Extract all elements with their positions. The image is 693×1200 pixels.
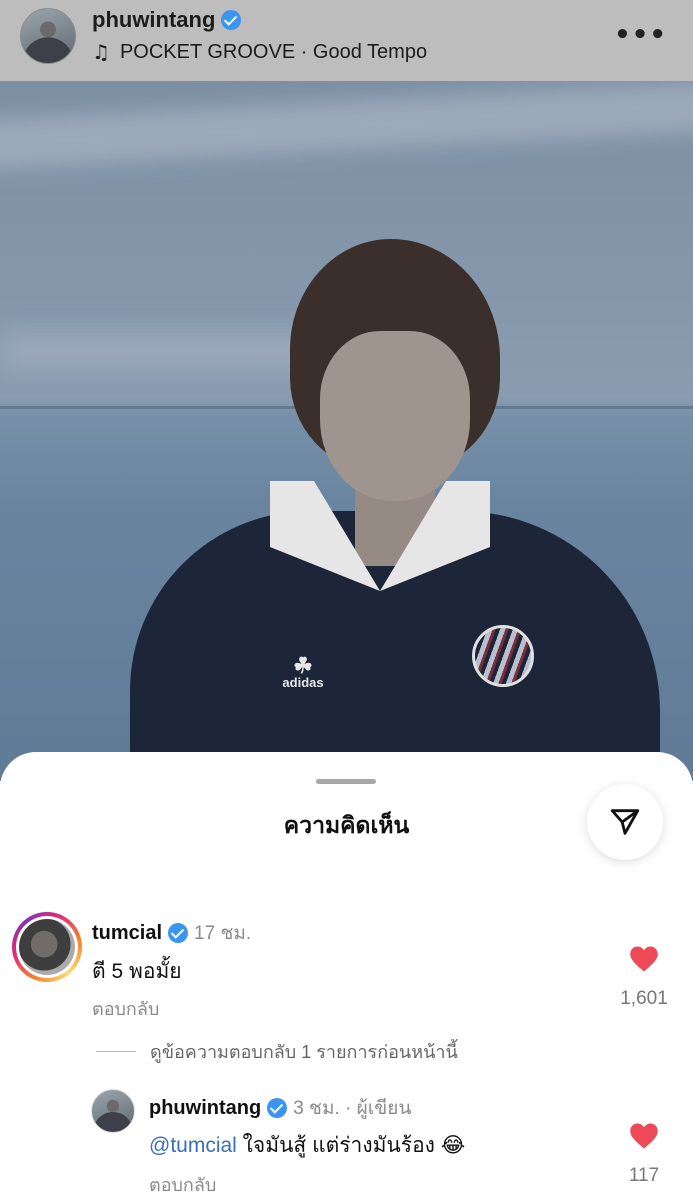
comment-header: tumcial 17 ชม.: [92, 918, 251, 948]
comments-sheet: ความคิดเห็น tumcial 17 ชม. ตี 5 พอมั้ย ต…: [0, 752, 693, 1200]
sky-cloud: [0, 81, 693, 171]
music-label[interactable]: ♫ POCKET GROOVE · Good Tempo: [92, 40, 427, 64]
mention-link[interactable]: @tumcial: [149, 1134, 237, 1157]
reply-text: @tumcial ใจมันสู้ แต่ร่างมันร้อง 😂: [149, 1129, 465, 1162]
post-header: phuwintang ♫ POCKET GROOVE · Good Tempo …: [0, 0, 693, 81]
comment-time: 17 ชม.: [194, 923, 252, 944]
comment-like-count: 1,601: [620, 988, 668, 1009]
paper-plane-icon: [610, 809, 640, 835]
shirt-badge: [472, 625, 534, 687]
reply-meta: 3 ชม. · ผู้เขียน: [293, 1098, 412, 1119]
divider-line: [96, 1051, 136, 1052]
share-button[interactable]: [587, 784, 663, 860]
verified-badge-icon: [221, 10, 242, 30]
heart-icon[interactable]: [629, 945, 659, 973]
comment-text: ตี 5 พอมั้ย: [92, 960, 182, 983]
view-replies-label[interactable]: ดูข้อความตอบกลับ 1 รายการก่อนหน้านี้: [150, 1037, 458, 1066]
reply-header: phuwintang 3 ชม. · ผู้เขียน: [149, 1093, 411, 1123]
more-options-icon[interactable]: •••: [614, 20, 667, 50]
music-title[interactable]: POCKET GROOVE · Good Tempo: [120, 41, 427, 64]
sky-cloud: [0, 331, 320, 371]
reply-button[interactable]: ตอบกลับ: [92, 994, 159, 1023]
reply-button[interactable]: ตอบกลับ: [149, 1170, 216, 1199]
post-username[interactable]: phuwintang: [92, 7, 242, 33]
heart-icon[interactable]: [629, 1122, 659, 1150]
shirt-logo: ☘ adidas: [272, 653, 334, 697]
trefoil-icon: ☘: [293, 653, 313, 678]
reply-username[interactable]: phuwintang: [149, 1097, 261, 1120]
reply-like-count: 117: [628, 1165, 660, 1186]
view-previous-replies[interactable]: ดูข้อความตอบกลับ 1 รายการก่อนหน้านี้: [96, 1037, 458, 1066]
music-note-icon: ♫: [92, 40, 110, 64]
username-text[interactable]: phuwintang: [92, 7, 215, 33]
profile-avatar[interactable]: [20, 8, 76, 64]
sheet-grabber[interactable]: [316, 779, 376, 784]
reply-author-avatar[interactable]: [91, 1089, 135, 1133]
avatar-image: [19, 919, 75, 975]
reply-body: ใจมันสู้ แต่ร่างมันร้อง 😂: [236, 1134, 466, 1157]
verified-badge-icon: [168, 923, 189, 943]
person-face: [320, 331, 470, 501]
verified-badge-icon: [267, 1098, 288, 1118]
commenter-avatar[interactable]: [12, 912, 82, 982]
commenter-username[interactable]: tumcial: [92, 922, 162, 945]
post-photo[interactable]: ☘ adidas: [0, 81, 693, 781]
shirt-logo-text: adidas: [282, 675, 324, 690]
